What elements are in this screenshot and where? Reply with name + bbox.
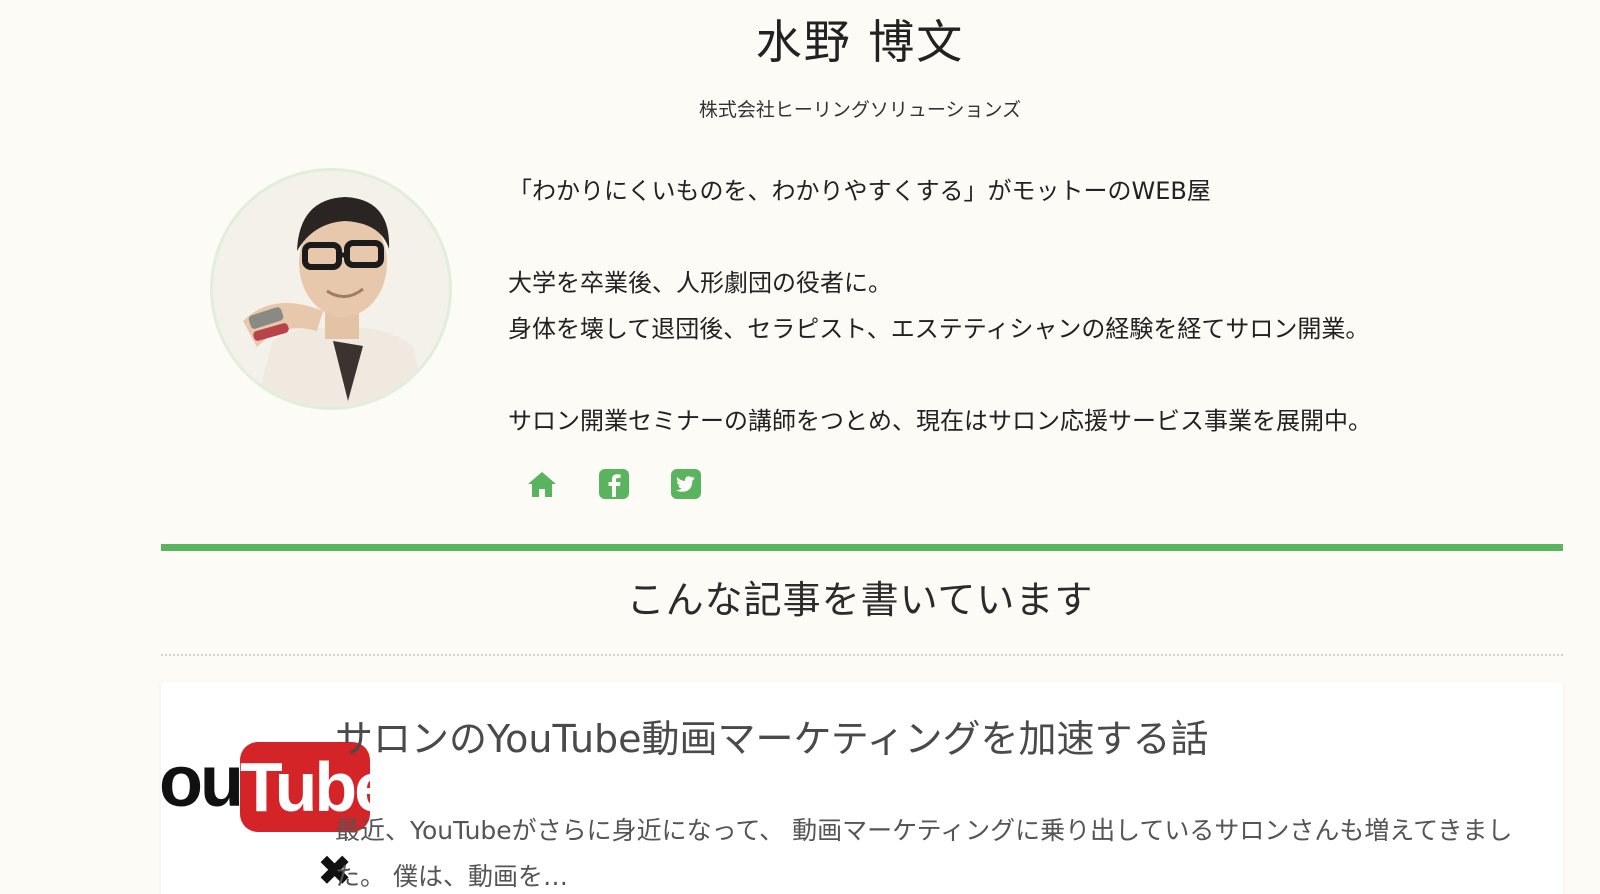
- article-excerpt: 最近、YouTubeがさらに身近になって、 動画マーケティングに乗り出しているサ…: [335, 816, 1513, 891]
- bio-motto: 「わかりにくいものを、わかりやすくする」がモットーのWEB屋: [508, 177, 1211, 205]
- author-bio: 「わかりにくいものを、わかりやすくする」がモットーのWEB屋 大学を卒業後、人形…: [508, 168, 1548, 444]
- youtube-logo-text: ou: [161, 742, 244, 822]
- author-avatar: [210, 168, 452, 410]
- section-divider-green: [161, 544, 1563, 551]
- bio-line: 身体を壊して退団後、セラピスト、エステティシャンの経験を経てサロン開業。: [508, 315, 1370, 343]
- author-name: 水野 博文: [755, 15, 965, 69]
- author-profile-page: 水野 博文 株式会社ヒーリングソリューションズ 「わかりにくいものを、わかりやす…: [0, 0, 1600, 894]
- bio-line: サロン開業セミナーの講師をつとめ、現在はサロン応援サービス事業を展開中。: [508, 407, 1372, 435]
- twitter-icon[interactable]: [668, 466, 704, 502]
- article-title[interactable]: サロンのYouTube動画マーケティングを加速する話: [335, 714, 1209, 764]
- company-name: 株式会社ヒーリングソリューションズ: [698, 99, 1022, 121]
- section-divider-dotted: [161, 654, 1563, 656]
- bio-line: 大学を卒業後、人形劇団の役者に。: [508, 269, 892, 297]
- home-icon[interactable]: [524, 466, 560, 502]
- section-heading: こんな記事を書いています: [626, 578, 1094, 622]
- social-links: [524, 466, 740, 502]
- facebook-icon[interactable]: [596, 466, 632, 502]
